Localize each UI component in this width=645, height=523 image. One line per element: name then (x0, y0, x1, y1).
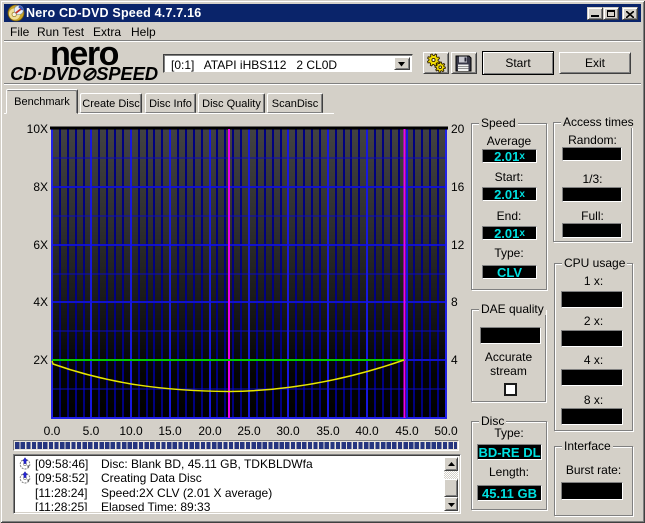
svg-text:30.0: 30.0 (276, 424, 300, 438)
svg-text:40.0: 40.0 (355, 424, 379, 438)
svg-text:0.0: 0.0 (44, 424, 61, 438)
svg-text:20: 20 (451, 122, 465, 136)
svg-text:16: 16 (451, 180, 465, 194)
svg-text:12: 12 (451, 238, 465, 252)
svg-text:25.0: 25.0 (237, 424, 261, 438)
svg-text:50.0: 50.0 (434, 424, 458, 438)
svg-text:8: 8 (451, 295, 458, 309)
svg-text:5.0: 5.0 (83, 424, 100, 438)
svg-text:4: 4 (451, 353, 458, 367)
svg-text:20.0: 20.0 (198, 424, 222, 438)
svg-text:4X: 4X (33, 295, 48, 309)
svg-text:10X: 10X (27, 122, 48, 136)
svg-text:6X: 6X (33, 238, 48, 252)
svg-text:15.0: 15.0 (158, 424, 182, 438)
svg-text:10.0: 10.0 (119, 424, 143, 438)
svg-text:45.0: 45.0 (395, 424, 419, 438)
svg-text:35.0: 35.0 (316, 424, 340, 438)
svg-text:8X: 8X (33, 180, 48, 194)
svg-text:2X: 2X (33, 353, 48, 367)
